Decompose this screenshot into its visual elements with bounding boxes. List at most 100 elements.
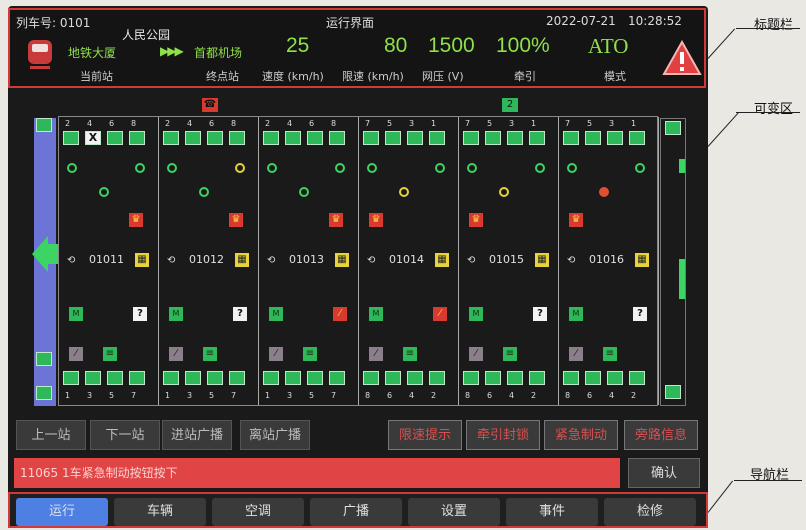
annotation-line bbox=[734, 480, 802, 481]
annotation-line bbox=[707, 28, 736, 59]
door-lock-icon: ≡ bbox=[603, 347, 617, 361]
door-number: 5 bbox=[587, 119, 593, 128]
door-status-cell[interactable] bbox=[329, 371, 345, 385]
door-status-cell[interactable] bbox=[607, 371, 623, 385]
train-icon bbox=[28, 40, 52, 69]
motor-icon: M bbox=[169, 307, 183, 321]
door-status-cell[interactable] bbox=[229, 131, 245, 145]
door-status-cell[interactable] bbox=[529, 371, 545, 385]
brake-indicator-icon bbox=[535, 163, 545, 173]
door-status-cell[interactable] bbox=[163, 371, 179, 385]
nav-tab-2[interactable]: 车辆 bbox=[114, 498, 206, 526]
door-status-cell[interactable] bbox=[429, 371, 445, 385]
pantograph-indicator-icon bbox=[599, 187, 609, 197]
door-status-cell[interactable] bbox=[263, 371, 279, 385]
nav-tab-6[interactable]: 事件 bbox=[506, 498, 598, 526]
car-1[interactable]: 2 4 X 6 8 1 3 5 7 ♛ ⟲ 01011 ▦ M? ⁄ ≡ bbox=[59, 117, 159, 405]
door-status-cell[interactable] bbox=[507, 131, 523, 145]
door-status-cell[interactable] bbox=[463, 131, 479, 145]
nav-tab-3[interactable]: 空调 bbox=[212, 498, 304, 526]
car-2[interactable]: 2 4 6 8 1 3 5 7 ♛ ⟲ 01012 ▦ M? ⁄ ≡ bbox=[159, 117, 259, 405]
car-3[interactable]: 2 4 6 8 1 3 5 7 ♛ ⟲ 01013 ▦ M ⁄ ⁄ ≡ bbox=[259, 117, 359, 405]
status-cell bbox=[665, 121, 681, 135]
door-status-cell[interactable] bbox=[229, 371, 245, 385]
brake-indicator-icon bbox=[135, 163, 145, 173]
door-status-cell[interactable] bbox=[485, 131, 501, 145]
current-station: 地铁大厦 bbox=[68, 46, 117, 60]
door-status-cell[interactable] bbox=[607, 131, 623, 145]
door-status-cell[interactable] bbox=[485, 371, 501, 385]
confirm-button[interactable]: 确认 bbox=[628, 458, 700, 488]
car-6[interactable]: 7 5 3 1 8 6 4 2 ♛ ⟲ 01016 ▦ M? ⁄ ≡ bbox=[559, 117, 659, 405]
door-status-cell[interactable] bbox=[307, 131, 323, 145]
door-status-cell[interactable] bbox=[263, 131, 279, 145]
door-number: 7 bbox=[231, 391, 237, 400]
action-button-2[interactable]: 下一站 bbox=[90, 420, 160, 450]
door-status-cell[interactable] bbox=[285, 371, 301, 385]
door-number: 4 bbox=[609, 391, 615, 400]
door-status-cell[interactable] bbox=[207, 371, 223, 385]
door-status-cell[interactable] bbox=[407, 371, 423, 385]
train-number: 列车号: 0101 bbox=[16, 16, 91, 30]
annotation-line bbox=[736, 28, 800, 29]
car-4[interactable]: 7 5 3 1 8 6 4 2 ♛ ⟲ 01014 ▦ M ⁄ ⁄ ≡ bbox=[359, 117, 459, 405]
door-status-cell[interactable] bbox=[363, 131, 379, 145]
status-question-icon: ⁄ bbox=[333, 307, 347, 321]
door-status-cell[interactable] bbox=[529, 131, 545, 145]
door-status-cell[interactable] bbox=[363, 371, 379, 385]
car-5[interactable]: 7 5 3 1 8 6 4 2 ♛ ⟲ 01015 ▦ M? ⁄ ≡ bbox=[459, 117, 559, 405]
door-status-cell[interactable] bbox=[429, 131, 445, 145]
door-status-cell[interactable] bbox=[63, 371, 79, 385]
nav-tab-4[interactable]: 广播 bbox=[310, 498, 402, 526]
door-status-cell[interactable] bbox=[407, 131, 423, 145]
nav-tab-1[interactable]: 运行 bbox=[16, 498, 108, 526]
door-status-cell[interactable] bbox=[629, 131, 645, 145]
door-status-cell[interactable] bbox=[507, 371, 523, 385]
battery-icon: ▦ bbox=[335, 253, 349, 267]
door-status-cell[interactable] bbox=[207, 131, 223, 145]
door-status-cell[interactable] bbox=[63, 131, 79, 145]
warning-icon[interactable] bbox=[662, 40, 702, 76]
control-button-2[interactable]: 牵引封锁 bbox=[466, 420, 540, 450]
door-status-cell[interactable]: X bbox=[85, 131, 101, 145]
door-status-cell[interactable] bbox=[629, 371, 645, 385]
door-status-cell[interactable] bbox=[329, 131, 345, 145]
door-status-cell[interactable] bbox=[385, 371, 401, 385]
door-status-cell[interactable] bbox=[85, 371, 101, 385]
alarm-message[interactable]: 11065 1车紧急制动按钮按下 bbox=[14, 458, 620, 488]
door-status-cell[interactable] bbox=[107, 131, 123, 145]
action-button-3[interactable]: 进站广播 bbox=[162, 420, 232, 450]
door-number: 6 bbox=[209, 119, 215, 128]
annotation-variable-area: 可变区 bbox=[754, 102, 794, 117]
door-number: 2 bbox=[65, 119, 71, 128]
right-track-bar bbox=[660, 118, 686, 406]
control-button-4[interactable]: 旁路信息 bbox=[624, 420, 698, 450]
door-status-cell[interactable] bbox=[163, 131, 179, 145]
door-status-cell[interactable] bbox=[185, 131, 201, 145]
action-button-4[interactable]: 离站广播 bbox=[240, 420, 310, 450]
nav-tab-5[interactable]: 设置 bbox=[408, 498, 500, 526]
door-status-cell[interactable] bbox=[107, 371, 123, 385]
action-button-1[interactable]: 上一站 bbox=[16, 420, 86, 450]
control-button-3[interactable]: 紧急制动 bbox=[544, 420, 618, 450]
door-number: 1 bbox=[631, 119, 637, 128]
door-status-cell[interactable] bbox=[585, 131, 601, 145]
door-number: 1 bbox=[165, 391, 171, 400]
door-number: 3 bbox=[609, 119, 615, 128]
door-status-cell[interactable] bbox=[563, 131, 579, 145]
door-status-cell[interactable] bbox=[129, 371, 145, 385]
door-status-cell[interactable] bbox=[563, 371, 579, 385]
status-cell bbox=[36, 118, 52, 132]
door-number: 4 bbox=[87, 119, 93, 128]
door-status-cell[interactable] bbox=[385, 131, 401, 145]
door-status-cell[interactable] bbox=[285, 131, 301, 145]
door-status-cell[interactable] bbox=[585, 371, 601, 385]
control-button-1[interactable]: 限速提示 bbox=[388, 420, 462, 450]
door-status-cell[interactable] bbox=[463, 371, 479, 385]
door-status-cell[interactable] bbox=[185, 371, 201, 385]
door-number: 6 bbox=[587, 391, 593, 400]
door-number: 3 bbox=[509, 119, 515, 128]
nav-tab-7[interactable]: 检修 bbox=[604, 498, 696, 526]
door-status-cell[interactable] bbox=[307, 371, 323, 385]
door-status-cell[interactable] bbox=[129, 131, 145, 145]
